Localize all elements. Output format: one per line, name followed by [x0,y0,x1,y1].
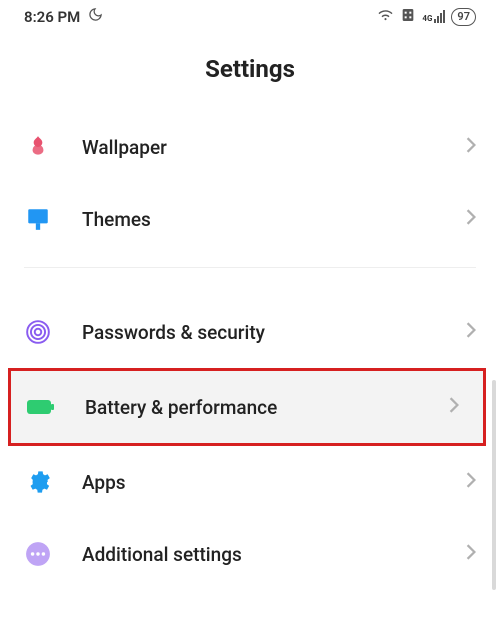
moon-icon [88,7,103,26]
chevron-right-icon [466,472,476,492]
status-left: 8:26 PM [24,7,103,26]
page-title: Settings [0,31,500,111]
settings-item-apps[interactable]: Apps [0,446,500,518]
chevron-right-icon [449,397,459,417]
chevron-right-icon [466,209,476,229]
chevron-right-icon [466,322,476,342]
scroll-indicator [492,380,496,590]
wifi-icon [377,6,394,27]
status-bar: 8:26 PM 4G 97 [0,0,500,31]
settings-item-wallpaper[interactable]: Wallpaper [0,111,500,183]
settings-item-label: Passwords & security [82,321,436,344]
fingerprint-icon [24,318,52,346]
sim-icon [400,7,416,27]
settings-item-label: Apps [82,471,436,494]
chevron-right-icon [466,137,476,157]
settings-item-label: Battery & performance [85,396,419,419]
settings-item-label: Wallpaper [82,136,436,159]
settings-list: Wallpaper Themes Passwords & security Ba… [0,111,500,590]
highlight-box: Battery & performance [8,368,486,446]
status-time: 8:26 PM [24,8,80,26]
settings-item-passwords[interactable]: Passwords & security [0,296,500,368]
themes-icon [24,205,52,233]
settings-item-themes[interactable]: Themes [0,183,500,255]
wallpaper-icon [24,133,52,161]
more-icon [24,540,52,568]
settings-item-label: Additional settings [82,543,436,566]
battery-indicator: 97 [451,8,476,26]
section-divider [24,267,476,268]
gear-icon [24,468,52,496]
signal-icon: 4G [422,10,445,23]
chevron-right-icon [466,544,476,564]
settings-item-battery[interactable]: Battery & performance [11,371,483,443]
settings-item-label: Themes [82,208,436,231]
settings-item-additional[interactable]: Additional settings [0,518,500,590]
battery-icon [27,393,55,421]
status-right: 4G 97 [377,6,476,27]
